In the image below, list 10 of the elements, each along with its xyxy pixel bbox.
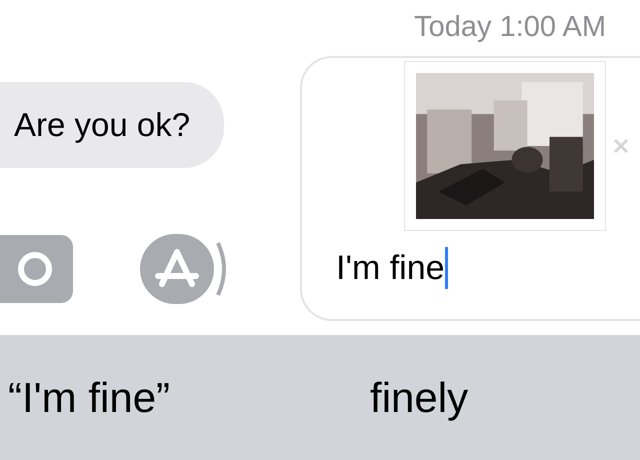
close-icon[interactable] — [611, 136, 631, 156]
message-bubble: Are you ok? — [0, 82, 224, 168]
timestamp: Today 1:00 AM — [414, 10, 606, 44]
message-input-field[interactable]: I'm fine — [300, 56, 640, 321]
text-cursor — [444, 247, 448, 289]
message-text: I'm fine — [336, 248, 445, 289]
suggestion[interactable]: finely — [370, 372, 468, 422]
camera-button[interactable] — [0, 235, 73, 303]
suggestion[interactable]: “I'm fine” — [8, 372, 170, 422]
app-store-icon — [154, 248, 200, 290]
